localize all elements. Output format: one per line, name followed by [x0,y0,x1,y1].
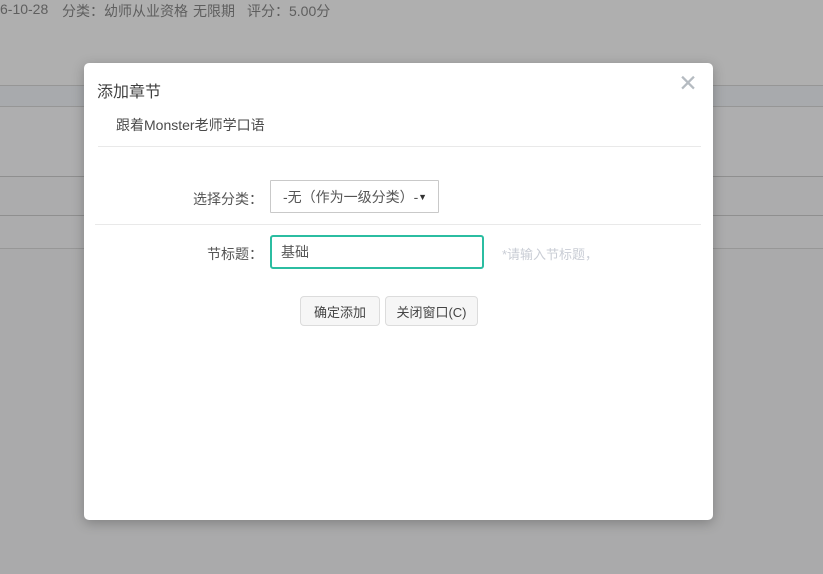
close-window-button[interactable]: 关闭窗口(C) [385,296,478,326]
course-category: 分类：幼师从业资格 [62,1,188,21]
add-chapter-dialog: 添加章节 ✕ 跟着Monster老师学口语 选择分类： -无（作为一级分类）- … [84,63,713,520]
confirm-add-button[interactable]: 确定添加 [300,296,380,326]
category-select-label: 选择分类： [84,189,263,209]
background-info-bar: 6-10-28 分类：幼师从业资格 无限期 评分：5.00分 [0,0,823,22]
section-title-label: 节标题： [84,244,263,264]
category-select-value: -无（作为一级分类）- [271,187,418,207]
course-duration: 无限期 [193,1,235,21]
header-divider [98,146,701,147]
section-title-input[interactable] [270,235,484,269]
category-select[interactable]: -无（作为一级分类）- ▼ [270,180,439,213]
course-name-label: 跟着Monster老师学口语 [116,115,265,135]
dialog-title: 添加章节 [97,78,161,102]
screen: 6-10-28 分类：幼师从业资格 无限期 评分：5.00分 添加章节 ✕ 跟着… [0,0,823,574]
section-title-hint: *请输入节标题， [502,244,598,263]
course-date: 6-10-28 [0,1,48,17]
close-icon[interactable]: ✕ [676,71,700,95]
form-row-divider [95,224,701,225]
chevron-down-icon: ▼ [418,192,427,202]
course-rating: 评分：5.00分 [247,1,330,21]
